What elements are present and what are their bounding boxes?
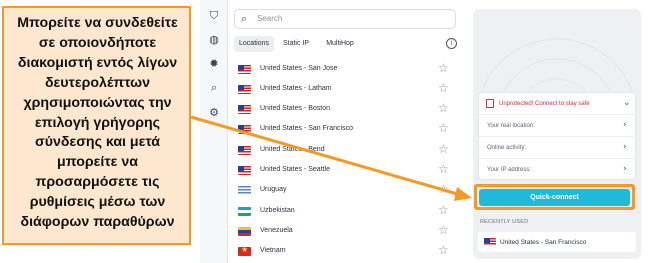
status-warning-row[interactable]: Unprotected! Connect to stay safe ⌄ bbox=[479, 93, 637, 115]
uzbekistan-flag-icon bbox=[238, 207, 251, 216]
nav-rail: ⛉ ◍ ✹ ⌕ ⚙ bbox=[200, 0, 228, 263]
star-icon[interactable]: ☆ bbox=[438, 223, 449, 237]
chevron-right-icon[interactable]: › bbox=[623, 142, 627, 152]
star-icon[interactable]: ☆ bbox=[438, 101, 449, 115]
uruguay-flag-icon bbox=[238, 186, 251, 195]
star-icon[interactable]: ☆ bbox=[438, 162, 449, 176]
us-flag-icon bbox=[484, 238, 496, 246]
server-row[interactable]: United States - Latham ☆ bbox=[236, 81, 458, 99]
real-location-label: Your real location: bbox=[487, 123, 535, 129]
server-name: United States - San Jose bbox=[260, 65, 338, 72]
server-row[interactable]: United States - Seattle ☆ bbox=[236, 162, 458, 180]
server-row[interactable]: Uzbekistan ☆ bbox=[236, 203, 458, 221]
star-icon[interactable]: ☆ bbox=[438, 142, 449, 156]
us-flag-icon bbox=[238, 65, 251, 74]
star-icon[interactable]: ☆ bbox=[438, 243, 449, 257]
recent-server-name: United States - San Francisco bbox=[500, 239, 587, 246]
gear-icon[interactable]: ⚙ bbox=[204, 103, 224, 123]
star-icon[interactable]: ☆ bbox=[438, 61, 449, 75]
star-icon[interactable]: ☆ bbox=[438, 81, 449, 95]
ip-address-label: Your IP address: bbox=[487, 167, 532, 173]
us-flag-icon bbox=[238, 166, 251, 175]
server-name: Uruguay bbox=[260, 186, 287, 193]
us-flag-icon bbox=[238, 146, 251, 155]
chevron-right-icon[interactable]: › bbox=[623, 164, 627, 174]
server-row[interactable]: United States - Boston ☆ bbox=[236, 101, 458, 119]
us-flag-icon bbox=[238, 125, 251, 134]
tab-multihop[interactable]: MultiHop bbox=[320, 36, 360, 52]
search-placeholder: Search bbox=[257, 14, 283, 23]
server-name: United States - Seattle bbox=[260, 166, 331, 173]
unprotected-icon bbox=[486, 99, 494, 108]
us-flag-icon bbox=[238, 105, 251, 114]
bug-icon[interactable]: ✹ bbox=[204, 54, 224, 74]
search-icon[interactable]: ⌕ bbox=[204, 78, 224, 98]
server-row[interactable]: Venezuela ☆ bbox=[236, 223, 458, 241]
venezuela-flag-icon bbox=[238, 227, 251, 236]
connection-status-card: Unprotected! Connect to stay safe ⌄ Your… bbox=[478, 92, 637, 181]
server-name: United States - San Francisco bbox=[260, 125, 353, 132]
recent-server-row[interactable]: United States - San Francisco bbox=[478, 232, 636, 252]
server-name: Uzbekistan bbox=[260, 207, 295, 214]
vietnam-flag-icon bbox=[238, 247, 251, 256]
annotation-callout: Μπορείτε να συνδεθείτε σε οποιονδήποτε δ… bbox=[2, 6, 191, 245]
star-icon[interactable]: ☆ bbox=[438, 182, 449, 196]
star-icon[interactable]: ☆ bbox=[438, 203, 449, 217]
server-name: Venezuela bbox=[260, 227, 293, 234]
chevron-down-icon[interactable]: ⌄ bbox=[623, 98, 631, 108]
real-location-row[interactable]: Your real location: › bbox=[479, 115, 637, 137]
server-name: United States - Bend bbox=[260, 146, 325, 153]
server-name: Vietnam bbox=[260, 247, 286, 254]
tab-locations[interactable]: Locations bbox=[234, 36, 274, 52]
server-name: United States - Boston bbox=[260, 105, 331, 112]
tab-static-ip[interactable]: Static IP bbox=[278, 36, 314, 52]
annotation-text: Μπορείτε να συνδεθείτε σε οποιονδήποτε δ… bbox=[17, 15, 178, 231]
search-input[interactable]: ⌕ Search bbox=[234, 9, 456, 29]
online-activity-row[interactable]: Online activity: › bbox=[479, 137, 637, 159]
server-name: United States - Latham bbox=[260, 85, 332, 92]
server-list-panel: ⌕ Search Locations Static IP MultiHop i … bbox=[228, 0, 466, 263]
server-row[interactable]: Vietnam ☆ bbox=[236, 243, 458, 261]
server-row[interactable]: United States - San Jose ☆ bbox=[236, 61, 458, 79]
star-icon[interactable]: ☆ bbox=[438, 121, 449, 135]
globe-graphic bbox=[481, 38, 633, 91]
chevron-right-icon[interactable]: › bbox=[623, 120, 627, 130]
ip-address-row[interactable]: Your IP address: › bbox=[479, 159, 637, 181]
server-row[interactable]: United States - Bend ☆ bbox=[236, 142, 458, 160]
lightbulb-icon[interactable]: ◍ bbox=[204, 30, 224, 50]
us-flag-icon bbox=[238, 85, 251, 94]
status-warning: Unprotected! Connect to stay safe bbox=[499, 101, 590, 107]
search-icon: ⌕ bbox=[241, 12, 248, 25]
online-activity-label: Online activity: bbox=[487, 145, 527, 151]
server-row[interactable]: United States - San Francisco ☆ bbox=[236, 121, 458, 139]
recently-used-header: RECENTLY USED bbox=[480, 219, 529, 225]
info-icon[interactable]: i bbox=[446, 38, 457, 49]
server-row[interactable]: Uruguay ☆ bbox=[236, 182, 458, 200]
quick-connect-button[interactable]: Quick-connect bbox=[479, 189, 630, 206]
shield-icon[interactable]: ⛉ bbox=[204, 6, 224, 26]
